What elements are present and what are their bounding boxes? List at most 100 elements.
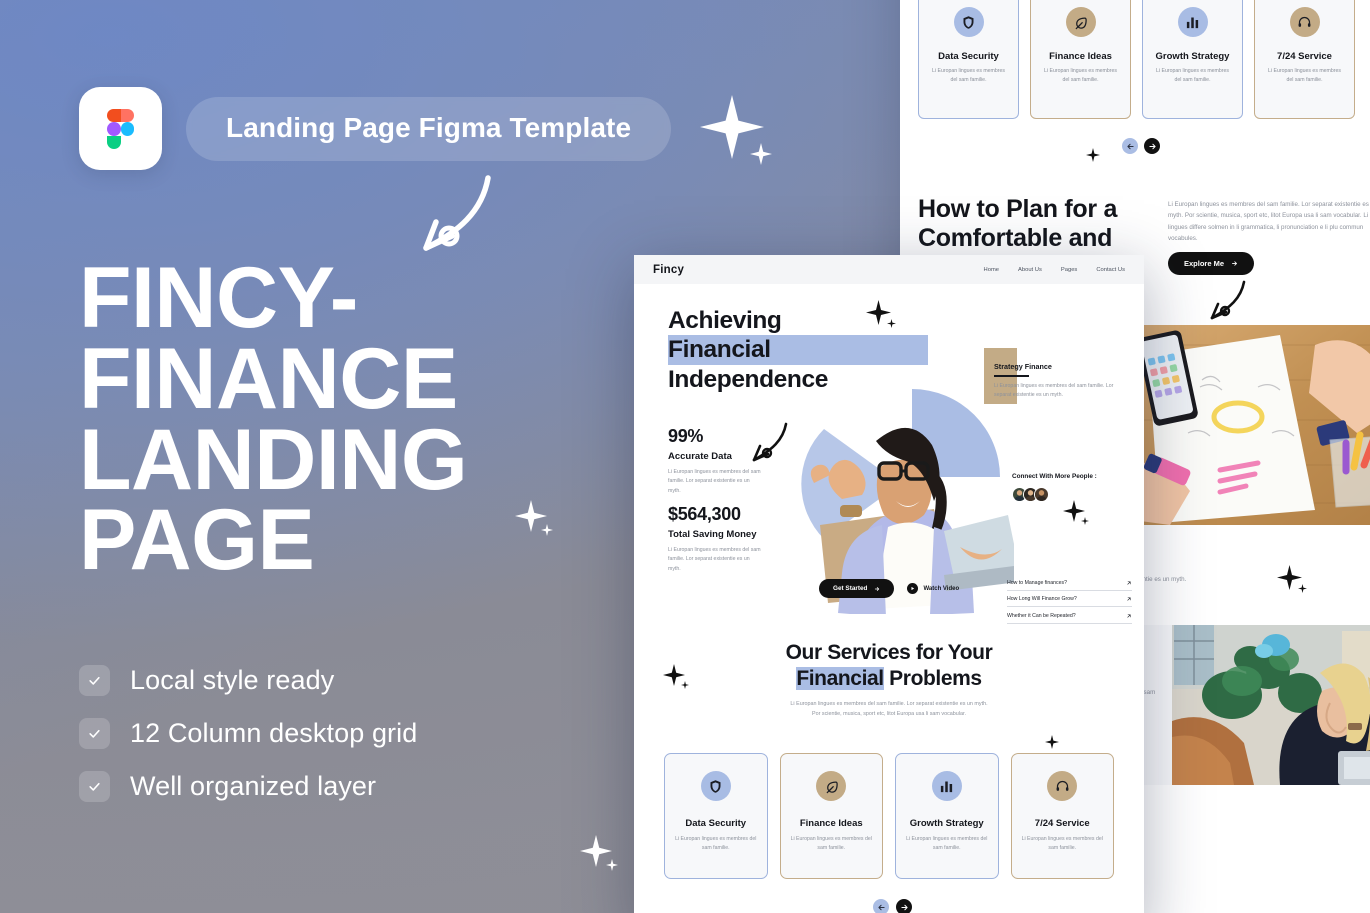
services-card-grid: Data Security Li Europan lingues es memb… — [664, 753, 1114, 879]
hero-stat-label: Total Saving Money — [668, 529, 757, 540]
nav-link-home[interactable]: Home — [984, 267, 999, 273]
watch-video-button[interactable]: Watch Video — [907, 583, 959, 594]
hero-stat-label: Accurate Data — [668, 451, 732, 462]
service-card-title: Finance Ideas — [799, 818, 863, 829]
service-card[interactable]: 7/24 Service Li Europan lingues es membr… — [1010, 753, 1114, 879]
service-card-title: Growth Strategy — [1155, 51, 1230, 62]
services-carousel-nav — [873, 899, 912, 913]
service-card-description: Li Europan lingues es membres del sam fa… — [790, 836, 872, 851]
strategy-finance-card: Strategy Finance Li Europan lingues es m… — [984, 348, 1129, 404]
desk-planning-photo — [1140, 325, 1370, 525]
arrow-up-right-icon — [1127, 613, 1131, 618]
avatar[interactable] — [1034, 486, 1049, 502]
hero-stat-description: Li Europan lingues es membres del sam fa… — [668, 547, 761, 572]
faq-row[interactable]: Whether it Can be Repeated? — [1007, 607, 1132, 624]
page-title-line-2: FINANCE — [79, 330, 458, 427]
page-title-line-1: FINCY- — [79, 250, 358, 346]
feature-item: Well organized layer — [79, 771, 417, 802]
nav-link-pages[interactable]: Pages — [1061, 267, 1077, 273]
hero-cta-group: Get Started Watch Video — [819, 579, 959, 598]
hero-stat: $564,300 Total Saving Money Li Europan l… — [668, 504, 763, 574]
feature-item: Local style ready — [79, 665, 417, 696]
service-card-title: Growth Strategy — [909, 818, 984, 829]
nav-links: Home About Us Pages Contact Us — [984, 267, 1125, 273]
service-card-description: Li Europan lingues es membres del sam fa… — [906, 836, 988, 851]
feature-label: 12 Column desktop grid — [130, 718, 418, 748]
service-card-title: 7/24 Service — [1277, 51, 1332, 62]
arrow-left-icon[interactable] — [1122, 138, 1138, 154]
faq-question: How to Manage finances? — [1007, 579, 1067, 586]
headset-icon — [1047, 771, 1078, 801]
explore-me-label: Explore Me — [1184, 259, 1225, 268]
feature-label: Well organized layer — [130, 771, 377, 801]
template-badge-label: Landing Page Figma Template — [226, 112, 632, 143]
plan-heading-line-2: Comfortable and — [918, 223, 1113, 252]
arrow-up-right-icon — [1127, 580, 1131, 585]
services-heading-rest: Problems — [883, 666, 982, 690]
faq-row[interactable]: How Long Will Finance Grow? — [1007, 591, 1132, 607]
nav-link-about-us[interactable]: About Us — [1018, 267, 1042, 273]
check-icon — [79, 665, 110, 696]
service-card-description: Li Europan lingues es membres del sam fa… — [932, 68, 1005, 83]
center-mockup-navbar: Fincy Home About Us Pages Contact Us — [634, 255, 1144, 284]
services-heading: Our Services for Your Financial Problems — [634, 640, 1144, 691]
arrow-right-icon[interactable] — [896, 899, 912, 913]
service-card-title: 7/24 Service — [1034, 818, 1090, 829]
leaf-icon — [816, 771, 847, 801]
service-card[interactable]: Growth Strategy Li Europan lingues es me… — [895, 753, 999, 879]
arrow-right-icon — [1232, 261, 1237, 266]
avatar-group — [1012, 486, 1132, 502]
service-card-description: Li Europan lingues es membres del sam fa… — [1021, 836, 1103, 851]
figma-logo-icon — [79, 87, 162, 170]
get-started-label: Get Started — [833, 585, 868, 592]
promo-panel: Landing Page Figma Template FINCY- FINAN… — [0, 0, 672, 913]
connect-with-people: Connect With More People : — [1012, 472, 1132, 502]
strategy-title: Strategy Finance — [994, 362, 1052, 371]
faq-row[interactable]: How to Manage finances? — [1007, 574, 1132, 591]
service-card-description: Li Europan lingues es membres del sam fa… — [675, 836, 757, 851]
leaf-icon — [1065, 7, 1096, 37]
feature-item: 12 Column desktop grid — [79, 718, 417, 749]
feature-label: Local style ready — [130, 665, 335, 695]
play-icon — [907, 583, 919, 594]
service-card[interactable]: Finance Ideas Li Europan lingues es memb… — [779, 753, 883, 879]
service-card[interactable]: 7/24 Service Li Europan lingues es membr… — [1254, 0, 1355, 119]
hero-stat: 99% Accurate Data Li Europan lingues es … — [668, 426, 763, 496]
page-title-line-4: PAGE — [79, 492, 315, 589]
service-card[interactable]: Data Security Li Europan lingues es memb… — [918, 0, 1019, 119]
strategy-description: Li Europan lingues es membres del sam fa… — [994, 383, 1114, 399]
explore-me-button[interactable]: Explore Me — [1168, 252, 1255, 275]
center-mockup: Fincy Home About Us Pages Contact Us Ach… — [634, 255, 1144, 913]
arrow-left-icon[interactable] — [873, 899, 889, 913]
feature-list: Local style ready 12 Column desktop grid… — [79, 665, 417, 824]
faq-list: How to Manage finances? How Long Will Fi… — [1007, 574, 1132, 624]
services-subtext-line-1: Li Europan lingues es membres del sam fa… — [790, 701, 988, 708]
service-card-title: Data Security — [685, 818, 747, 829]
faq-question: How Long Will Finance Grow? — [1007, 596, 1077, 602]
shield-icon — [953, 7, 984, 37]
service-card-description: Li Europan lingues es membres del sam fa… — [1044, 68, 1117, 83]
arrow-right-icon[interactable] — [1144, 138, 1160, 154]
page-title-line-3: LANDING — [79, 411, 468, 508]
service-card[interactable]: Data Security Li Europan lingues es memb… — [664, 753, 768, 879]
arrow-up-right-icon — [1127, 597, 1131, 601]
nav-link-contact-us[interactable]: Contact Us — [1096, 267, 1125, 273]
hero-stat-value: 99% — [668, 426, 704, 446]
services-heading-block: Our Services for Your Financial Problems… — [634, 640, 1144, 719]
faq-question: Whether it Can be Repeated? — [1007, 612, 1076, 619]
bar-chart-icon — [1177, 7, 1208, 37]
get-started-button[interactable]: Get Started — [819, 579, 895, 598]
right-mockup-plan-section: How to Plan for a Comfortable and Li Eur… — [918, 195, 1370, 275]
services-heading-highlight: Financial — [796, 666, 884, 690]
hero-stat-description: Li Europan lingues es membres del sam fa… — [668, 469, 761, 494]
plan-heading: How to Plan for a Comfortable and — [918, 195, 1153, 252]
strategy-divider — [994, 375, 1029, 378]
service-card-title: Finance Ideas — [1049, 51, 1112, 62]
service-card[interactable]: Growth Strategy Li Europan lingues es me… — [1142, 0, 1243, 119]
service-card[interactable]: Finance Ideas Li Europan lingues es memb… — [1030, 0, 1131, 119]
template-badge: Landing Page Figma Template — [186, 97, 672, 161]
service-card-description: Li Europan lingues es membres del sam fa… — [1156, 68, 1229, 83]
testimonial-photo — [1172, 625, 1370, 785]
plan-paragraph: Li Europan lingues es membres del sam fa… — [1168, 201, 1370, 243]
hero-photo — [784, 359, 1014, 614]
